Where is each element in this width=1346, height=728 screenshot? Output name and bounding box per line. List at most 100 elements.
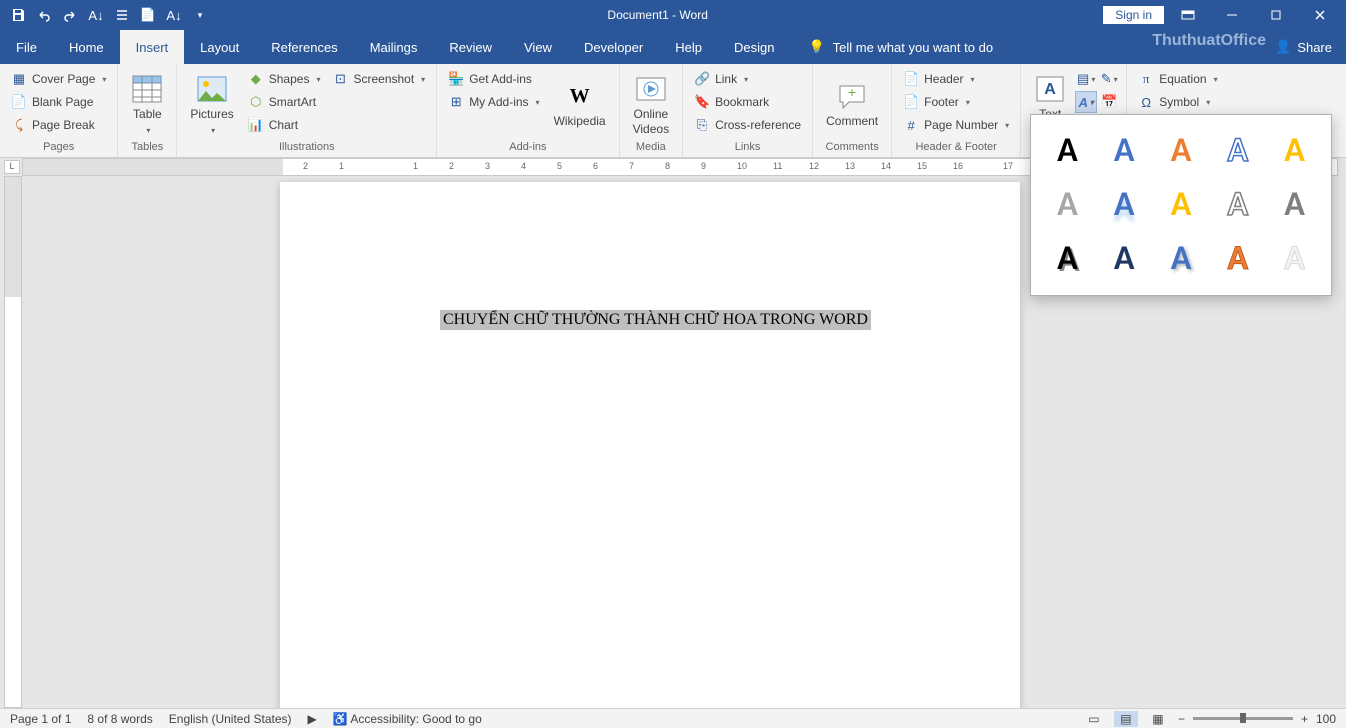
quick-access-toolbar: A↓ 📄 A↓ ▾ (0, 3, 212, 27)
smartart-icon: ⬡ (248, 94, 264, 110)
tab-help[interactable]: Help (659, 30, 718, 64)
bookmark-icon: 🔖 (694, 94, 710, 110)
wordart-style-4[interactable]: A (1211, 125, 1264, 175)
wikipedia-button[interactable]: W Wikipedia (547, 68, 613, 141)
wordart-style-6[interactable]: A (1041, 179, 1094, 229)
symbol-button[interactable]: ΩSymbol▾ (1133, 91, 1222, 113)
ribbon-tabs: File Home Insert Layout References Maili… (0, 30, 1346, 64)
save-icon[interactable] (6, 3, 30, 27)
wordart-style-3[interactable]: A (1155, 125, 1208, 175)
vertical-ruler[interactable] (4, 176, 22, 708)
equation-button[interactable]: πEquation▾ (1133, 68, 1222, 90)
wordart-style-8[interactable]: A (1155, 179, 1208, 229)
group-addins: 🏪Get Add-ins ⊞My Add-ins▾ W Wikipedia Ad… (437, 64, 619, 157)
redo-icon[interactable] (58, 3, 82, 27)
date-time-button[interactable]: 📅 (1098, 91, 1120, 113)
ribbon-display-icon[interactable] (1168, 0, 1208, 30)
page-break-button[interactable]: ⤹Page Break (6, 114, 111, 136)
chart-button[interactable]: 📊Chart (243, 114, 326, 136)
link-button[interactable]: 🔗Link▾ (689, 68, 806, 90)
store-icon: 🏪 (448, 71, 464, 87)
tab-review[interactable]: Review (433, 30, 508, 64)
online-videos-button[interactable]: Online Videos (626, 68, 676, 141)
qat-icon-2[interactable] (110, 3, 134, 27)
minimize-icon[interactable] (1212, 0, 1252, 30)
wordart-style-10[interactable]: A (1268, 179, 1321, 229)
comment-button[interactable]: + Comment (819, 68, 885, 141)
quick-parts-button[interactable]: ▤▾ (1075, 68, 1097, 90)
shapes-button[interactable]: ◆Shapes▾ (243, 68, 326, 90)
qat-icon-1[interactable]: A↓ (84, 3, 108, 27)
bookmark-button[interactable]: 🔖Bookmark (689, 91, 806, 113)
tab-layout[interactable]: Layout (184, 30, 255, 64)
wordart-style-12[interactable]: A (1098, 233, 1151, 283)
wordart-style-1[interactable]: A (1041, 125, 1094, 175)
close-icon[interactable] (1300, 0, 1340, 30)
page-number-button[interactable]: #Page Number▾ (898, 114, 1014, 136)
status-language[interactable]: English (United States) (169, 712, 292, 726)
table-button[interactable]: Table▾ (124, 68, 170, 141)
wordart-style-14[interactable]: A (1211, 233, 1264, 283)
zoom-in-button[interactable]: + (1301, 712, 1308, 726)
status-words[interactable]: 8 of 8 words (87, 712, 152, 726)
wordart-button[interactable]: A▾ (1075, 91, 1097, 113)
cover-page-button[interactable]: ▦Cover Page▾ (6, 68, 111, 90)
undo-icon[interactable] (32, 3, 56, 27)
wordart-gallery: A A A A A A A A A A A A A A A (1030, 114, 1332, 296)
addins-icon: ⊞ (448, 94, 464, 110)
smartart-button[interactable]: ⬡SmartArt (243, 91, 326, 113)
qat-more-icon[interactable]: ▾ (188, 3, 212, 27)
sign-in-button[interactable]: Sign in (1103, 6, 1164, 24)
zoom-out-button[interactable]: − (1178, 712, 1185, 726)
wikipedia-icon: W (564, 80, 596, 112)
qat-icon-4[interactable]: A↓ (162, 3, 186, 27)
group-pages: ▦Cover Page▾ 📄Blank Page ⤹Page Break Pag… (0, 64, 118, 157)
status-page[interactable]: Page 1 of 1 (10, 712, 71, 726)
footer-button[interactable]: 📄Footer▾ (898, 91, 1014, 113)
tab-view[interactable]: View (508, 30, 568, 64)
cross-reference-button[interactable]: ⎘Cross-reference (689, 114, 806, 136)
comment-icon: + (836, 80, 868, 112)
wordart-style-11[interactable]: A (1041, 233, 1094, 283)
pictures-button[interactable]: Pictures▾ (183, 68, 240, 141)
wordart-style-13[interactable]: A (1155, 233, 1208, 283)
table-icon (131, 73, 163, 105)
view-web-layout-icon[interactable]: ▦ (1146, 711, 1170, 727)
status-accessibility[interactable]: ♿ Accessibility: Good to go (333, 712, 482, 726)
tab-design[interactable]: Design (718, 30, 790, 64)
zoom-level[interactable]: 100 (1316, 712, 1336, 726)
header-button[interactable]: 📄Header▾ (898, 68, 1014, 90)
tab-insert[interactable]: Insert (120, 30, 185, 64)
tab-developer[interactable]: Developer (568, 30, 659, 64)
screenshot-button[interactable]: ⊡Screenshot▾ (327, 68, 430, 90)
share-button[interactable]: 👤 Share (1275, 30, 1346, 64)
tab-selector[interactable]: L (4, 160, 20, 174)
document-selected-text[interactable]: CHUYỂN CHỮ THƯỜNG THÀNH CHỮ HOA TRONG WO… (440, 310, 871, 330)
blank-page-button[interactable]: 📄Blank Page (6, 91, 111, 113)
wordart-style-7[interactable]: A (1098, 179, 1151, 229)
get-addins-button[interactable]: 🏪Get Add-ins (443, 68, 544, 90)
tab-mailings[interactable]: Mailings (354, 30, 434, 64)
wordart-style-9[interactable]: A (1211, 179, 1264, 229)
view-read-mode-icon[interactable]: ▭ (1082, 711, 1106, 727)
cross-ref-icon: ⎘ (694, 117, 710, 133)
wordart-style-5[interactable]: A (1268, 125, 1321, 175)
document-page[interactable]: CHUYỂN CHỮ THƯỜNG THÀNH CHỮ HOA TRONG WO… (280, 182, 1020, 708)
wordart-style-15[interactable]: A (1268, 233, 1321, 283)
accessibility-icon: ♿ (333, 712, 348, 726)
video-icon (635, 73, 667, 105)
qat-icon-3[interactable]: 📄 (136, 3, 160, 27)
tab-file[interactable]: File (0, 30, 53, 64)
tab-home[interactable]: Home (53, 30, 120, 64)
view-print-layout-icon[interactable]: ▤ (1114, 711, 1138, 727)
wordart-style-2[interactable]: A (1098, 125, 1151, 175)
symbol-icon: Ω (1138, 94, 1154, 110)
tab-references[interactable]: References (255, 30, 353, 64)
my-addins-button[interactable]: ⊞My Add-ins▾ (443, 91, 544, 113)
tell-me-search[interactable]: 💡 Tell me what you want to do (790, 30, 993, 64)
pictures-icon (196, 73, 228, 105)
zoom-slider[interactable] (1193, 717, 1293, 720)
maximize-icon[interactable] (1256, 0, 1296, 30)
status-macro-icon[interactable]: ▶ (308, 712, 317, 726)
signature-line-button[interactable]: ✎▾ (1098, 68, 1120, 90)
